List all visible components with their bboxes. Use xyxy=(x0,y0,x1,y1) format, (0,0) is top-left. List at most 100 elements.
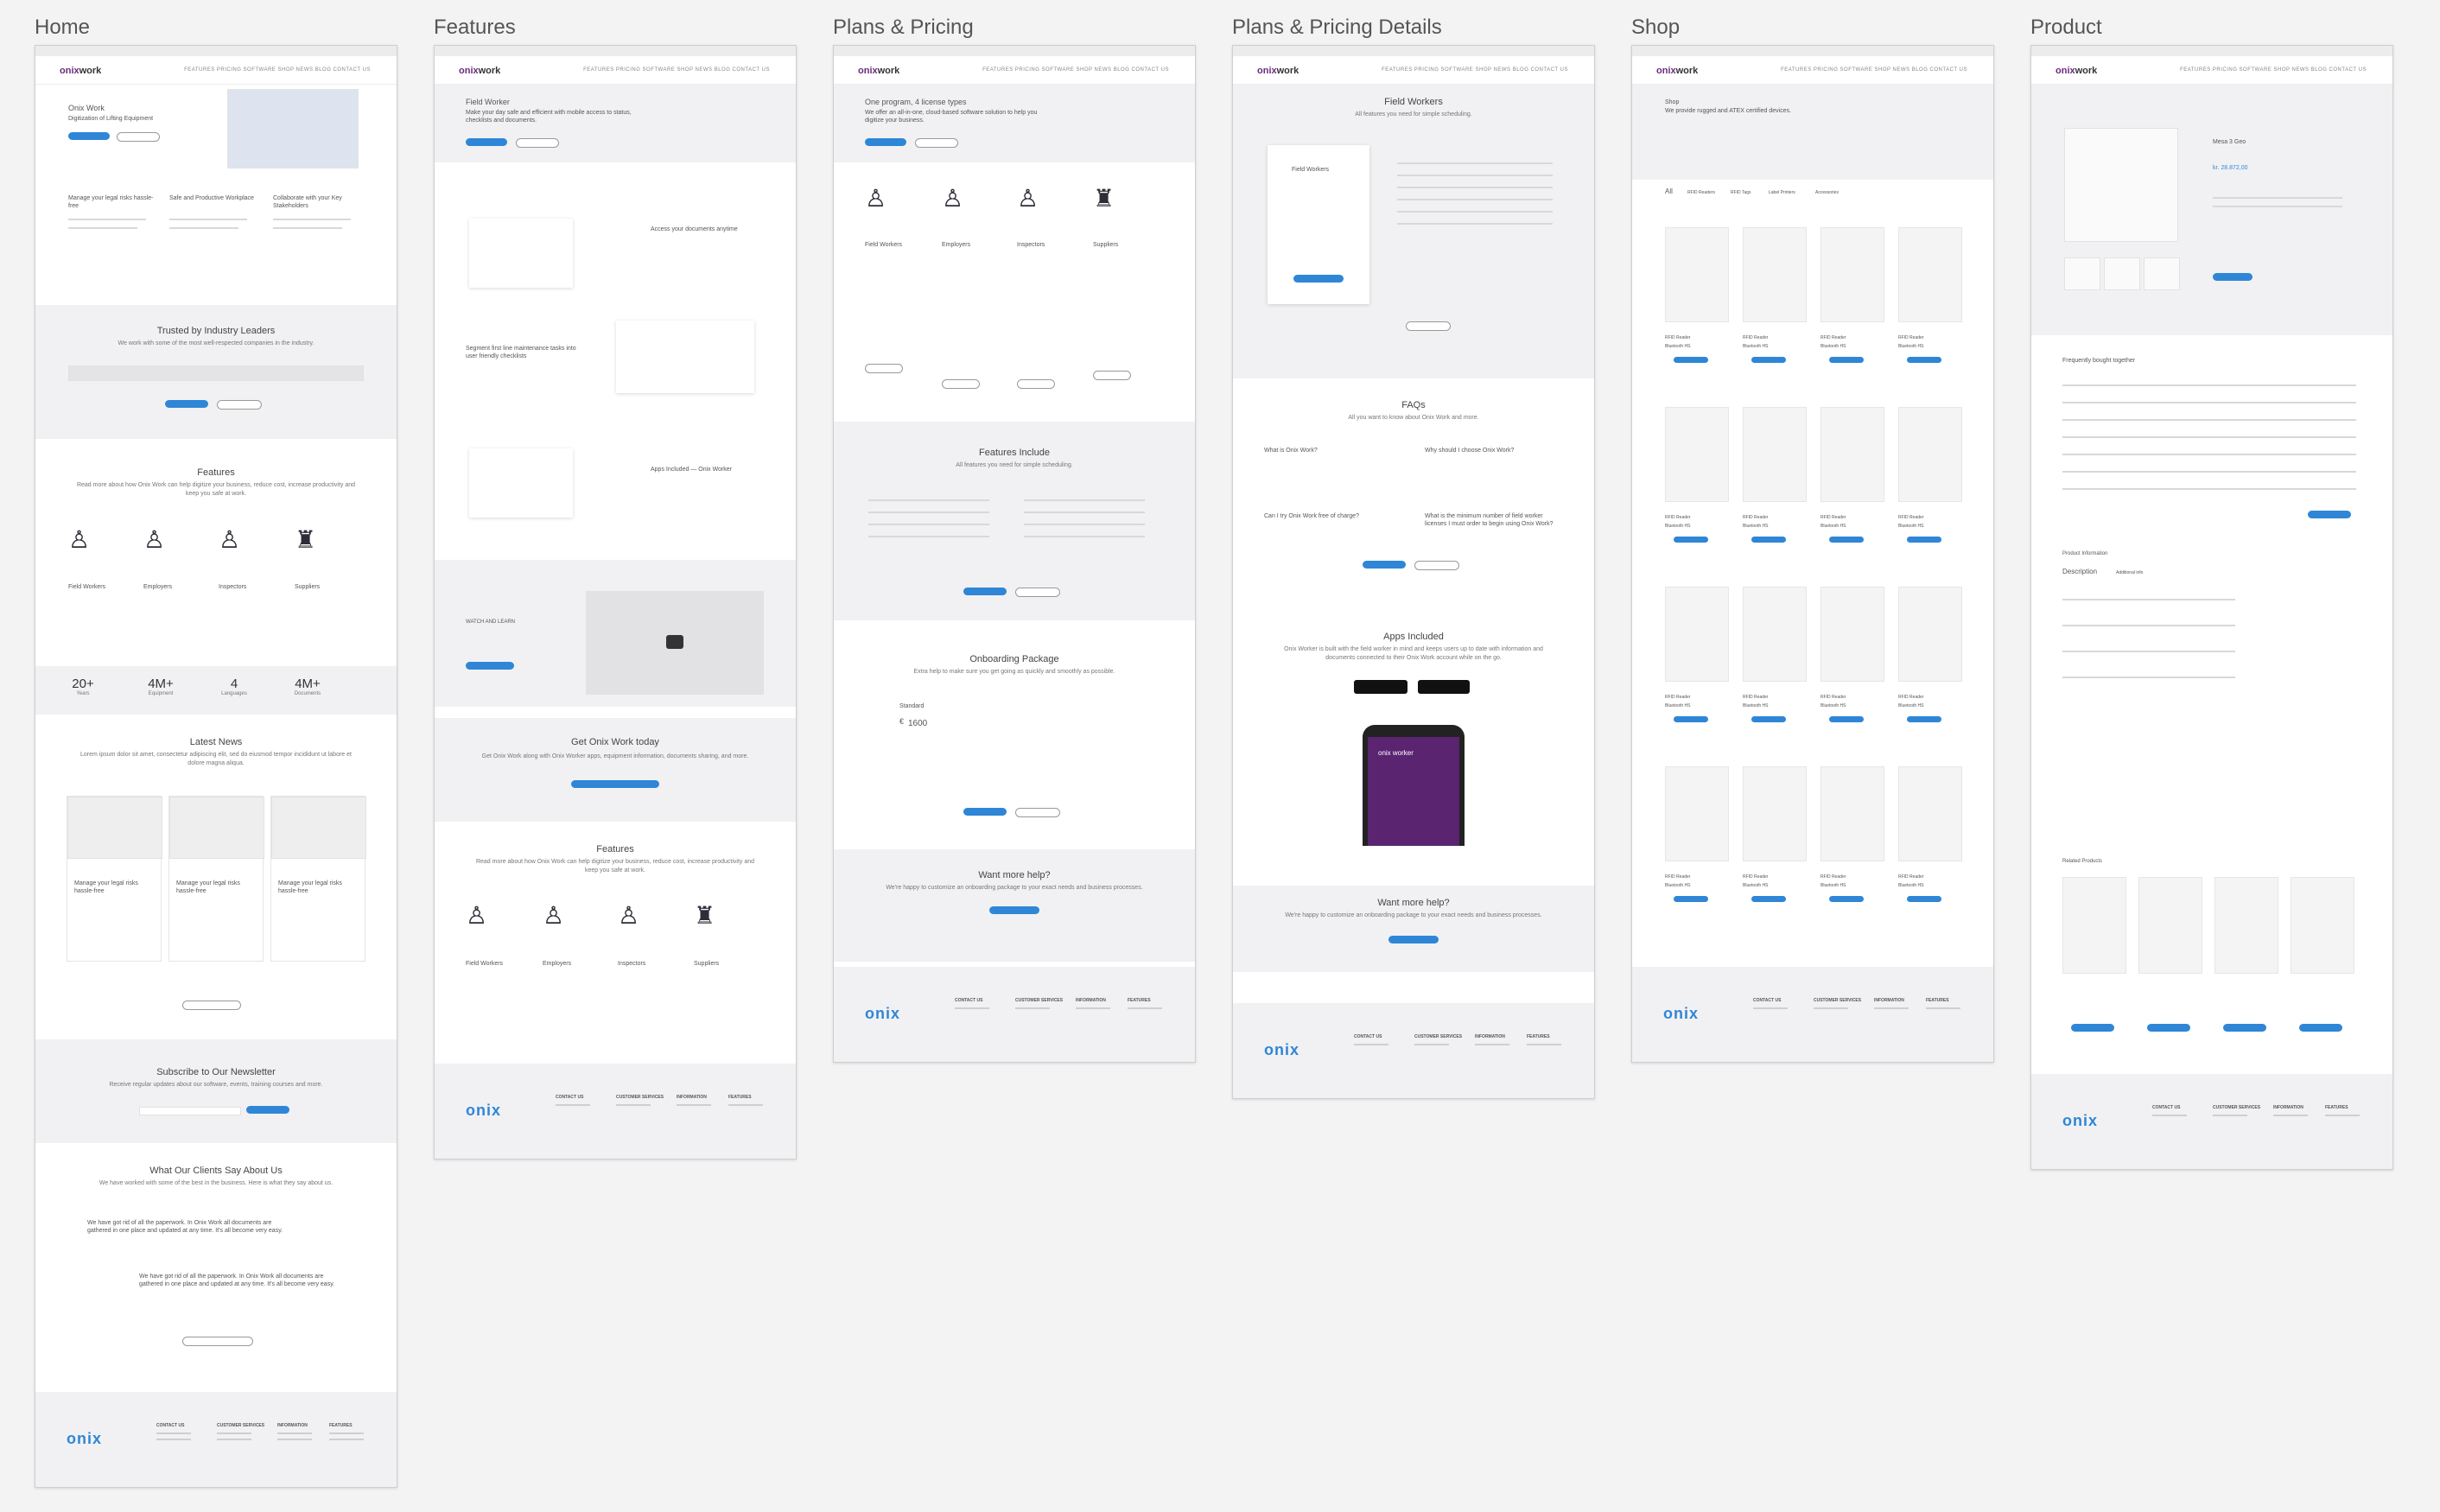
add-to-cart-button[interactable] xyxy=(1751,896,1786,902)
learn-more-button[interactable] xyxy=(1017,379,1055,389)
add-to-cart-button[interactable] xyxy=(2213,273,2253,281)
add-to-cart-button[interactable] xyxy=(1829,896,1864,902)
footer-logo[interactable]: onix xyxy=(865,1005,900,1023)
add-to-cart-button[interactable] xyxy=(1829,537,1864,543)
tab-rfid-tags[interactable]: RFID Tags xyxy=(1731,189,1751,197)
book-demo-button[interactable] xyxy=(1414,561,1459,570)
tab-description[interactable]: Description xyxy=(2062,568,2097,575)
product-card[interactable] xyxy=(1898,766,1962,861)
book-demo-button[interactable] xyxy=(1406,321,1451,331)
product-card[interactable] xyxy=(1665,227,1729,322)
add-to-cart-button[interactable] xyxy=(1751,357,1786,363)
learn-more-button[interactable] xyxy=(1093,371,1131,380)
add-to-cart-button[interactable] xyxy=(1829,716,1864,722)
product-card[interactable] xyxy=(1665,766,1729,861)
product-card[interactable] xyxy=(1743,766,1807,861)
book-demo-button[interactable] xyxy=(68,132,110,140)
try-free-button[interactable] xyxy=(516,138,559,148)
product-card[interactable] xyxy=(1665,407,1729,502)
news-card[interactable]: Manage your legal risks hassle-free xyxy=(270,796,366,962)
add-to-cart-button[interactable] xyxy=(1674,537,1708,543)
book-demo-button[interactable] xyxy=(865,138,906,146)
contact-us-button[interactable] xyxy=(1388,936,1439,943)
add-to-cart-button[interactable] xyxy=(1907,537,1941,543)
add-to-cart-button[interactable] xyxy=(1907,896,1941,902)
add-to-cart-button[interactable] xyxy=(2147,1024,2190,1032)
google-play-badge[interactable] xyxy=(1354,680,1407,694)
add-to-cart-button[interactable] xyxy=(2299,1024,2342,1032)
news-card[interactable]: Manage your legal risks hassle-free xyxy=(67,796,162,962)
app-store-badge[interactable] xyxy=(1418,680,1470,694)
book-demo-button[interactable] xyxy=(963,808,1007,816)
try-free-button[interactable] xyxy=(915,138,958,148)
add-to-cart-button[interactable] xyxy=(1907,716,1941,722)
more-articles-button[interactable] xyxy=(182,1001,241,1010)
related-product[interactable] xyxy=(2214,877,2278,974)
add-to-cart-button[interactable] xyxy=(1674,716,1708,722)
faq-question[interactable]: Can I try Onix Work free of charge? xyxy=(1264,512,1402,520)
try-free-button[interactable] xyxy=(217,400,262,410)
product-card[interactable] xyxy=(1743,227,1807,322)
learn-more-button[interactable] xyxy=(942,379,980,389)
product-card[interactable] xyxy=(1665,587,1729,682)
contact-us-button[interactable] xyxy=(989,906,1039,914)
product-card[interactable] xyxy=(1820,227,1884,322)
learn-more-button[interactable] xyxy=(865,364,903,373)
product-card[interactable] xyxy=(1820,407,1884,502)
product-card[interactable] xyxy=(1743,587,1807,682)
add-to-cart-button[interactable] xyxy=(1829,357,1864,363)
related-product[interactable] xyxy=(2291,877,2354,974)
footer-logo[interactable]: onix xyxy=(1264,1041,1299,1059)
add-to-cart-button[interactable] xyxy=(2308,511,2351,518)
footer-logo[interactable]: onix xyxy=(2062,1112,2098,1130)
try-free-button[interactable] xyxy=(1015,808,1060,817)
book-demo-button[interactable] xyxy=(165,400,208,408)
product-card[interactable] xyxy=(1898,587,1962,682)
faq-question[interactable]: What is Onix Work? xyxy=(1264,447,1402,454)
more-clients-button[interactable] xyxy=(182,1337,253,1346)
tab-label-printers[interactable]: Label Printers xyxy=(1769,189,1795,197)
nav-links[interactable]: FEATURES PRICING SOFTWARE SHOP NEWS BLOG… xyxy=(184,67,371,73)
add-to-cart-button[interactable] xyxy=(1751,716,1786,722)
book-demo-button[interactable] xyxy=(963,588,1007,595)
footer-logo[interactable]: onix xyxy=(466,1102,501,1120)
add-to-cart-button[interactable] xyxy=(1674,357,1708,363)
add-to-cart-button[interactable] xyxy=(1907,357,1941,363)
role-label: Employers xyxy=(543,961,572,967)
see-plans-button[interactable] xyxy=(571,780,659,788)
try-free-button[interactable] xyxy=(117,132,160,142)
footer-logo[interactable]: onix xyxy=(67,1430,102,1448)
try-free-button[interactable] xyxy=(1015,588,1060,597)
email-input[interactable] xyxy=(139,1107,241,1115)
learn-more-button[interactable] xyxy=(466,662,514,670)
related-product[interactable] xyxy=(2062,877,2126,974)
product-card[interactable] xyxy=(1820,766,1884,861)
tab-accessories[interactable]: Accessories xyxy=(1815,189,1839,197)
faq-question[interactable]: Why should I choose Onix Work? xyxy=(1425,447,1563,454)
plan-name: Employers xyxy=(942,242,971,248)
try-free-button[interactable] xyxy=(1363,561,1406,569)
add-to-cart-button[interactable] xyxy=(1751,537,1786,543)
tab-rfid-readers[interactable]: RFID Readers xyxy=(1687,189,1715,197)
footer-logo[interactable]: onix xyxy=(1663,1005,1699,1023)
product-card[interactable] xyxy=(1743,407,1807,502)
book-demo-button[interactable] xyxy=(466,138,507,146)
tab-additional-info[interactable]: Additional info xyxy=(2116,569,2143,577)
logo[interactable]: onixwork xyxy=(60,66,101,76)
product-card[interactable] xyxy=(1820,587,1884,682)
add-to-cart-button[interactable] xyxy=(2071,1024,2114,1032)
product-card[interactable] xyxy=(1898,407,1962,502)
tab-all[interactable]: All xyxy=(1665,187,1673,195)
add-to-cart-button[interactable] xyxy=(2223,1024,2266,1032)
product-card[interactable] xyxy=(1898,227,1962,322)
try-free-button[interactable] xyxy=(1293,275,1344,283)
news-card[interactable]: Manage your legal risks hassle-free xyxy=(168,796,264,962)
add-to-cart-button[interactable] xyxy=(1674,896,1708,902)
product-thumb[interactable] xyxy=(2064,257,2100,290)
faq-question[interactable]: What is the minimum number of field work… xyxy=(1425,512,1563,528)
product-thumb[interactable] xyxy=(2144,257,2180,290)
subscribe-button[interactable] xyxy=(246,1106,289,1114)
product-thumb[interactable] xyxy=(2104,257,2140,290)
related-product[interactable] xyxy=(2138,877,2202,974)
play-icon[interactable] xyxy=(666,635,683,649)
